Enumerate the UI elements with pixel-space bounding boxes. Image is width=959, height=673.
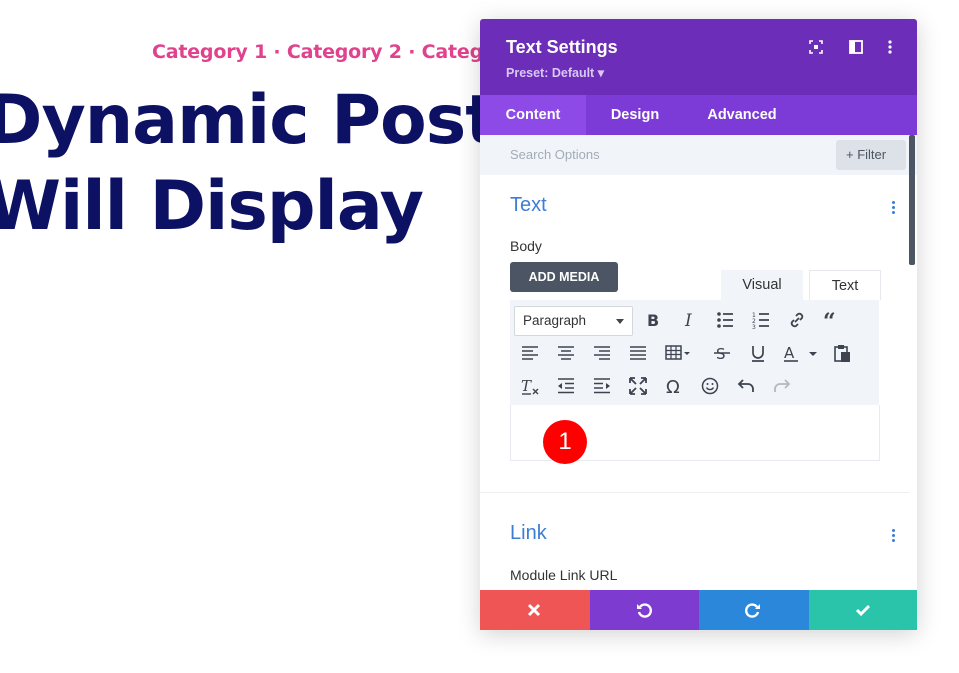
undo-icon[interactable]: [736, 376, 756, 396]
text-settings-modal: Text Settings Preset: Default ▾ Content …: [480, 19, 917, 630]
strikethrough-icon[interactable]: S: [712, 343, 732, 363]
modal-footer: [480, 590, 917, 630]
close-icon: [527, 603, 541, 617]
fullscreen-icon[interactable]: [628, 376, 648, 396]
tab-design[interactable]: Design: [586, 95, 684, 135]
redo-button[interactable]: [699, 590, 809, 630]
checkmark-icon: [855, 604, 870, 617]
bold-icon[interactable]: B: [643, 310, 663, 330]
search-options-bar: Search Options + Filter: [480, 135, 917, 175]
redo-arrow-icon: [745, 603, 760, 618]
settings-tabs: Content Design Advanced: [480, 95, 917, 135]
svg-text:3: 3: [752, 324, 756, 330]
undo-arrow-icon: [636, 603, 652, 618]
underline-icon[interactable]: [748, 343, 768, 363]
svg-text:B: B: [647, 311, 659, 330]
align-center-icon[interactable]: [556, 343, 576, 363]
post-title-line-2: Will Display: [0, 167, 424, 246]
add-media-button[interactable]: ADD MEDIA: [510, 262, 618, 292]
bullet-list-icon[interactable]: [715, 310, 735, 330]
redo-icon[interactable]: [772, 376, 792, 396]
filter-button[interactable]: + Filter: [836, 140, 906, 170]
section-title-link[interactable]: Link: [510, 522, 547, 545]
cancel-button[interactable]: [480, 590, 590, 630]
svg-text:A: A: [784, 344, 795, 362]
section-divider: [480, 492, 910, 493]
link-icon[interactable]: [787, 310, 807, 330]
save-button[interactable]: [808, 590, 917, 630]
format-select[interactable]: Paragraph: [514, 306, 633, 336]
align-left-icon[interactable]: [520, 343, 540, 363]
svg-text:S: S: [716, 345, 726, 363]
emoji-icon[interactable]: [700, 376, 720, 396]
editor-tab-visual[interactable]: Visual: [721, 270, 803, 300]
split-view-icon[interactable]: [848, 39, 864, 55]
post-title: Dynamic Post Will Display: [0, 78, 498, 250]
table-icon[interactable]: [664, 343, 694, 363]
scrollbar[interactable]: [909, 135, 915, 265]
editor-toolbar: Paragraph B I 123 “ S A T Ω: [510, 300, 879, 405]
chevron-down-icon: [616, 319, 624, 324]
modal-header: Text Settings Preset: Default ▾: [480, 19, 917, 95]
post-title-line-1: Dynamic Post: [0, 81, 498, 160]
search-input[interactable]: Search Options: [510, 147, 600, 162]
preset-dropdown[interactable]: Preset: Default ▾: [506, 65, 604, 80]
section-options-icon[interactable]: [892, 201, 896, 217]
filter-label: + Filter: [846, 147, 887, 162]
indent-icon[interactable]: [592, 376, 612, 396]
numbered-list-icon[interactable]: 123: [751, 310, 771, 330]
post-categories: Category 1 · Category 2 · Category 3: [152, 41, 537, 63]
tab-content[interactable]: Content: [480, 95, 586, 135]
special-character-icon[interactable]: Ω: [664, 376, 684, 396]
svg-text:Ω: Ω: [666, 377, 680, 396]
svg-text:I: I: [684, 311, 692, 330]
clear-formatting-icon[interactable]: T: [520, 376, 540, 396]
align-right-icon[interactable]: [592, 343, 612, 363]
blockquote-icon[interactable]: “: [823, 310, 843, 330]
section-title-text[interactable]: Text: [510, 194, 547, 217]
tab-advanced[interactable]: Advanced: [692, 95, 792, 135]
step-badge: 1: [543, 420, 587, 464]
italic-icon[interactable]: I: [679, 310, 699, 330]
paste-text-icon[interactable]: [832, 343, 852, 363]
text-color-icon[interactable]: A: [782, 343, 820, 363]
format-select-value: Paragraph: [523, 313, 587, 328]
module-link-url-label: Module Link URL: [510, 567, 618, 583]
expand-icon[interactable]: [808, 39, 824, 55]
svg-text:“: “: [823, 310, 836, 330]
editor-tab-text[interactable]: Text: [809, 270, 881, 300]
link-section-options-icon[interactable]: [892, 529, 896, 545]
modal-title: Text Settings: [506, 37, 618, 57]
undo-button[interactable]: [589, 590, 699, 630]
body-label: Body: [510, 238, 542, 254]
more-options-icon[interactable]: [882, 39, 898, 55]
svg-text:T: T: [521, 377, 532, 395]
outdent-icon[interactable]: [556, 376, 576, 396]
align-justify-icon[interactable]: [628, 343, 648, 363]
